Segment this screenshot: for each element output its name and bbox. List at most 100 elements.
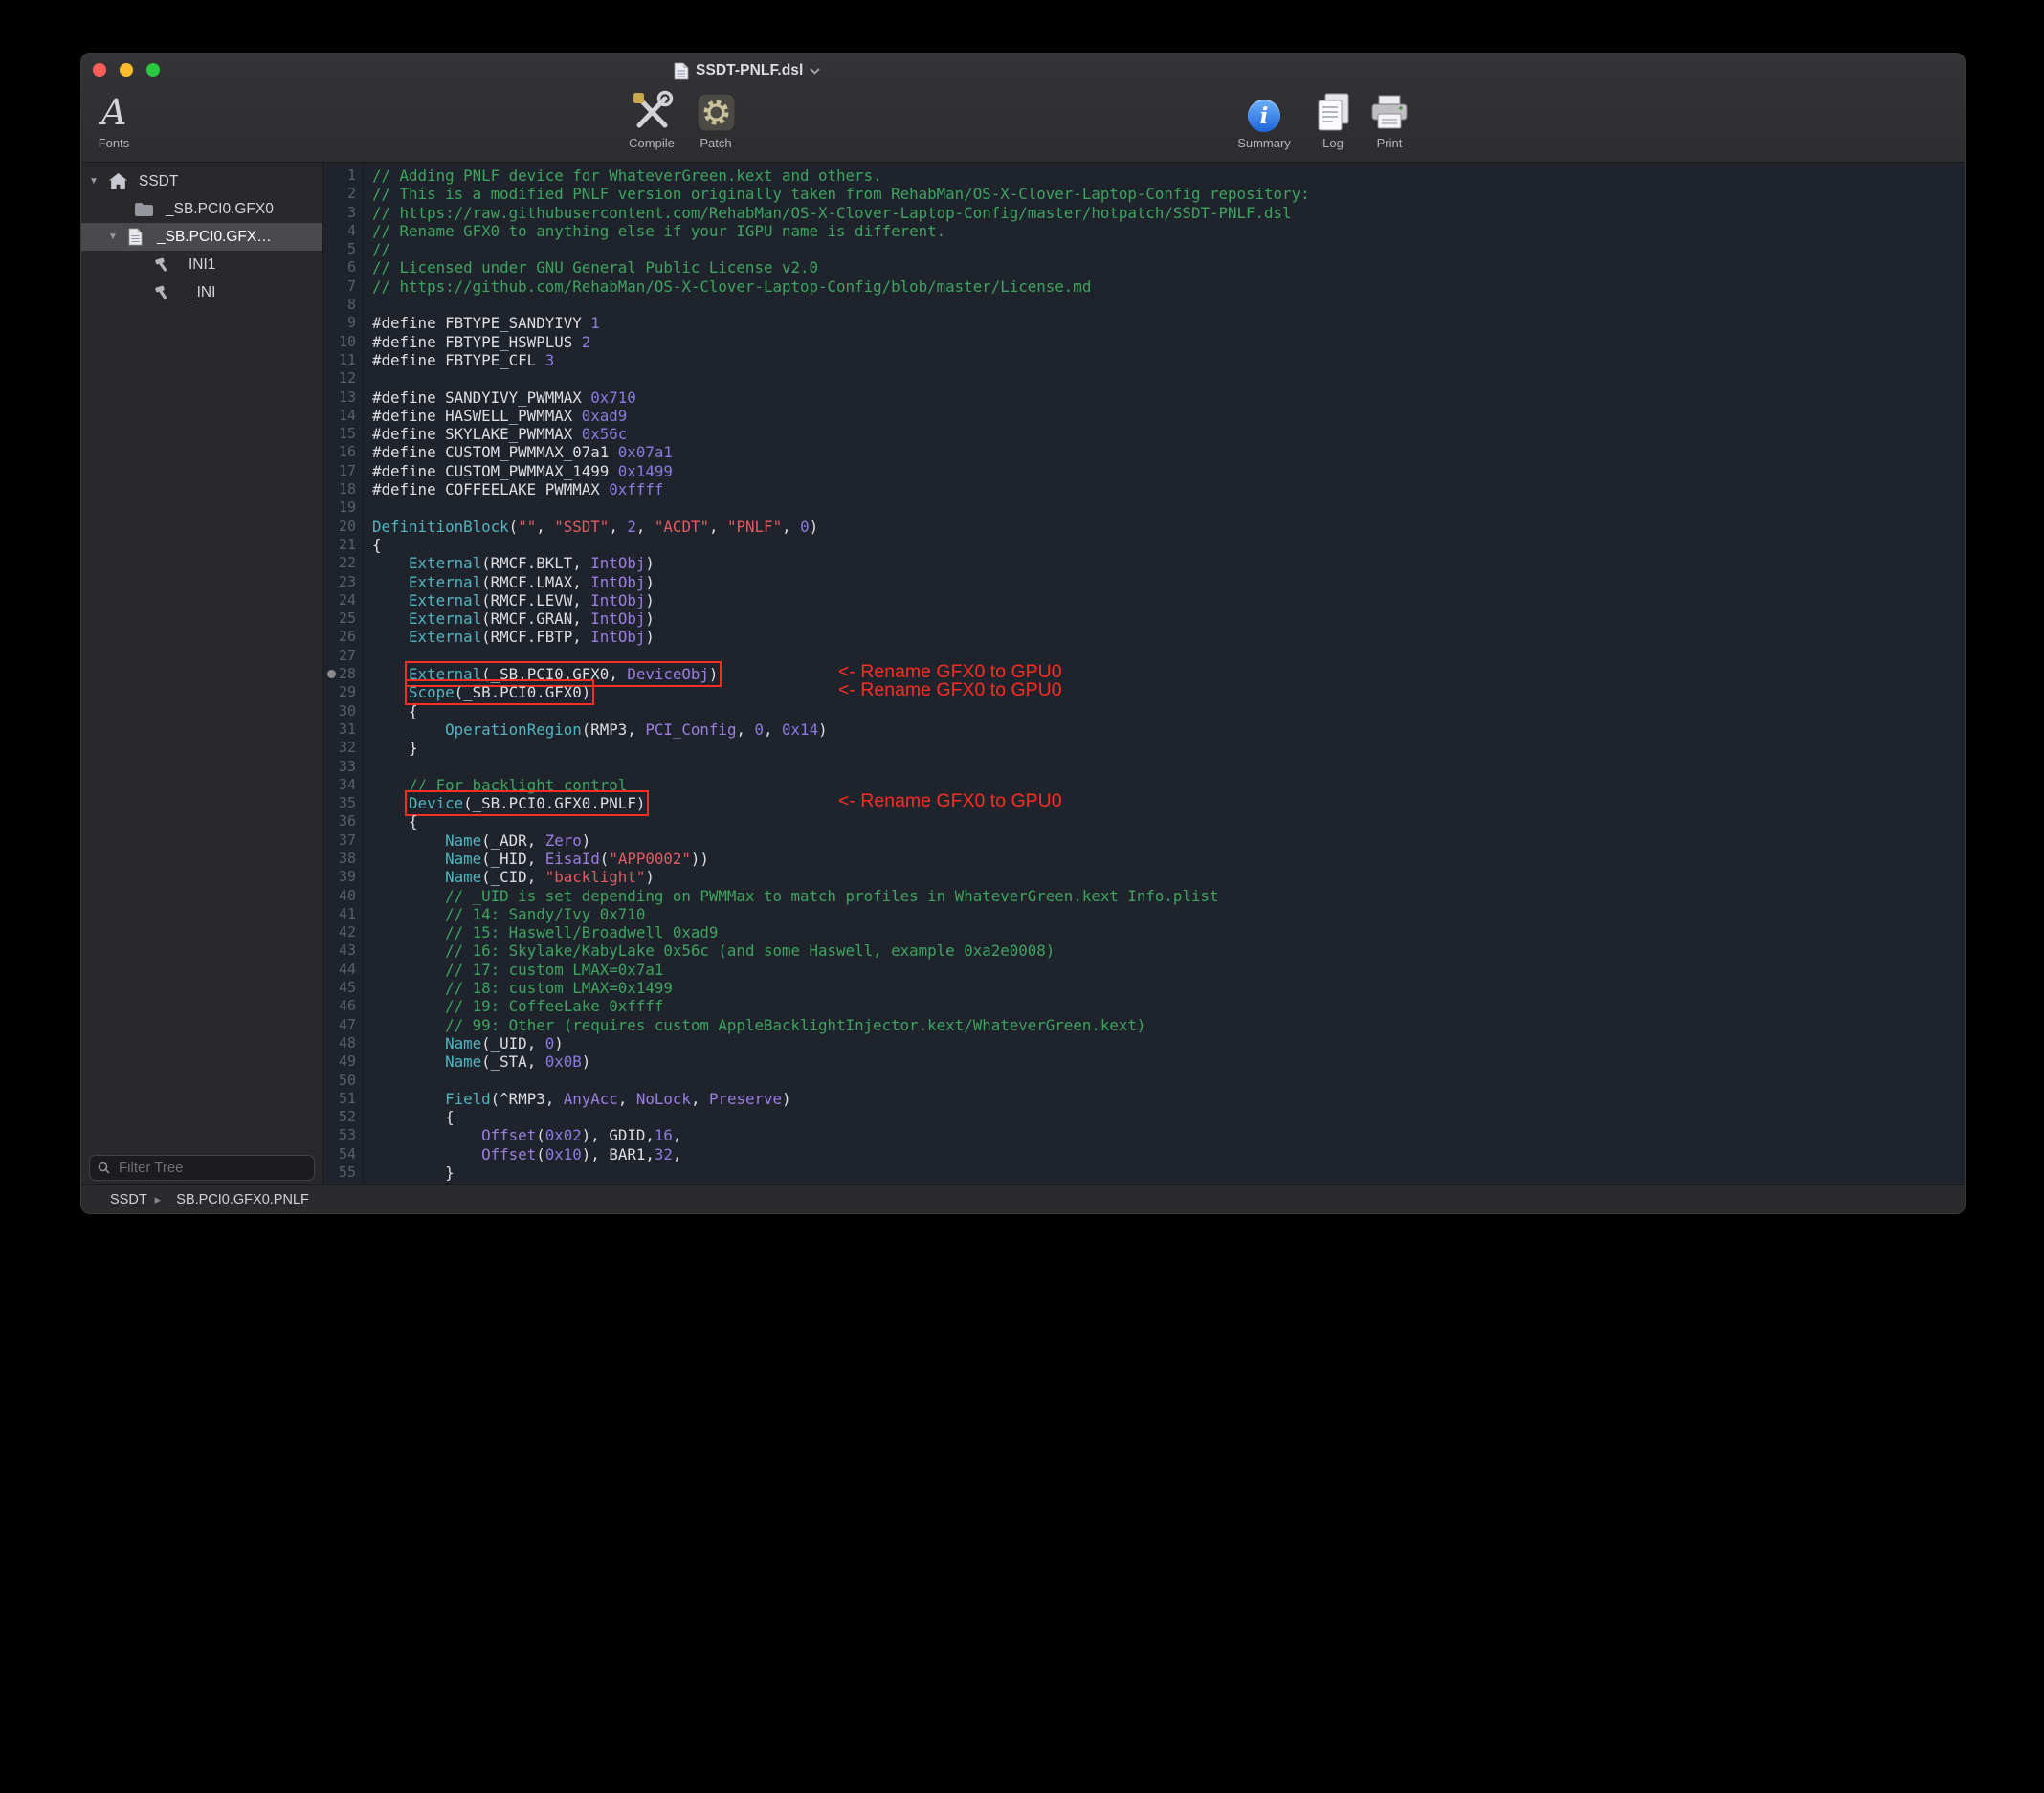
breadcrumb-root: SSDT — [110, 1192, 147, 1207]
line-number: 3 — [323, 204, 363, 222]
line-number: 41 — [323, 905, 363, 923]
tree-item-label: SSDT — [139, 173, 178, 190]
code-editor[interactable]: 1234567891011121314151617181920212223242… — [323, 163, 1965, 1184]
code-line: #define SKYLAKE_PWMMAX 0x56c — [372, 425, 1965, 443]
chevron-down-icon[interactable] — [810, 68, 820, 75]
code-line: { — [372, 536, 1965, 554]
log-label: Log — [1322, 136, 1344, 150]
gear-square-icon — [697, 88, 736, 134]
folder-icon — [134, 202, 154, 217]
code-line: Name(_HID, EisaId("APP0002")) — [372, 850, 1965, 868]
line-number: 7 — [323, 277, 363, 296]
line-number: 42 — [323, 923, 363, 941]
close-button[interactable] — [93, 63, 106, 77]
line-number: 55 — [323, 1163, 363, 1182]
breadcrumb-path: _SB.PCI0.GFX0.PNLF — [168, 1192, 309, 1207]
printer-icon — [1369, 88, 1410, 134]
line-number: 51 — [323, 1090, 363, 1108]
traffic-lights — [93, 63, 160, 77]
line-number: 23 — [323, 573, 363, 591]
tree-item-ini[interactable]: _INI — [81, 278, 322, 306]
code-line: OperationRegion(RMP3, PCI_Config, 0, 0x1… — [372, 720, 1965, 739]
code-line: { — [372, 702, 1965, 720]
line-number: 19 — [323, 498, 363, 517]
summary-button[interactable]: i Summary — [1226, 88, 1302, 150]
line-number: 6 — [323, 258, 363, 277]
line-number: 52 — [323, 1108, 363, 1126]
red-highlight-box: External(_SB.PCI0.GFX0, DeviceObj) — [409, 665, 718, 683]
code-line: } — [372, 1163, 1965, 1182]
code-line: // For backlight control — [372, 776, 1965, 794]
line-number: 44 — [323, 961, 363, 979]
info-circle-icon: i — [1248, 100, 1280, 132]
line-number: 46 — [323, 997, 363, 1015]
minimize-button[interactable] — [120, 63, 133, 77]
code-line: { — [372, 1108, 1965, 1126]
method-icon — [154, 256, 170, 273]
filter-tree-field[interactable] — [89, 1155, 315, 1181]
tree-item-ini1[interactable]: INI1 — [81, 251, 322, 278]
crossed-tools-icon — [630, 88, 674, 134]
line-number: 36 — [323, 812, 363, 830]
log-button[interactable]: Log — [1309, 88, 1357, 150]
zoom-button[interactable] — [146, 63, 160, 77]
pages-icon — [1315, 88, 1351, 134]
code-line: #define COFFEELAKE_PWMMAX 0xffff — [372, 480, 1965, 498]
line-number: 1 — [323, 166, 363, 185]
line-number: 56 — [323, 1182, 363, 1184]
disclosure-triangle-icon[interactable]: ▼ — [106, 232, 120, 242]
tree-item-gfx0-pnlf[interactable]: ▼ _SB.PCI0.GFX… — [81, 223, 322, 251]
code-line: #define FBTYPE_CFL 3 — [372, 351, 1965, 369]
line-number: 43 — [323, 941, 363, 960]
line-number: 39 — [323, 868, 363, 886]
code-line: #define HASWELL_PWMMAX 0xad9 — [372, 407, 1965, 425]
tree-item-label: INI1 — [189, 256, 215, 274]
line-number: 25 — [323, 609, 363, 628]
line-number: 32 — [323, 739, 363, 757]
code-line: External(RMCF.GRAN, IntObj) — [372, 609, 1965, 628]
code-line: External(_SB.PCI0.GFX0, DeviceObj)<- Ren… — [372, 665, 1965, 683]
code-line: Scope(_SB.PCI0.GFX0) <- Rename GFX0 to GP… — [372, 683, 1965, 701]
code-line: Name(_ADR, Zero) — [372, 831, 1965, 850]
line-number: 5 — [323, 240, 363, 258]
line-number: 9 — [323, 314, 363, 332]
code-line: #define FBTYPE_HSWPLUS 2 — [372, 333, 1965, 351]
house-icon — [109, 173, 127, 189]
code-line: #define CUSTOM_PWMMAX_1499 0x1499 — [372, 462, 1965, 480]
line-number: 21 — [323, 536, 363, 554]
line-number: 13 — [323, 388, 363, 407]
window-chrome: SSDT-PNLF.dsl A Fonts — [81, 54, 1965, 163]
tree-item-gfx0-folder[interactable]: _SB.PCI0.GFX0 — [81, 195, 322, 223]
app-window: SSDT-PNLF.dsl A Fonts — [80, 53, 1966, 1214]
code-line: // 19: CoffeeLake 0xffff — [372, 997, 1965, 1015]
code-line: Name(_CID, "backlight") — [372, 868, 1965, 886]
red-annotation-text: <- Rename GFX0 to GPU0 — [838, 681, 1062, 699]
line-number: 4 — [323, 222, 363, 240]
tree-item-ssdt[interactable]: ▼ SSDT — [81, 167, 322, 195]
code-line: Device(_SB.PCI0.GFX0.PNLF)<- Rename GFX0… — [372, 794, 1965, 812]
status-bar: SSDT ▸ _SB.PCI0.GFX0.PNLF — [81, 1184, 1965, 1213]
print-button[interactable]: Print — [1365, 88, 1414, 150]
code-line — [372, 498, 1965, 517]
document-proxy-icon[interactable] — [674, 62, 689, 80]
disclosure-triangle-icon[interactable]: ▼ — [87, 176, 100, 187]
line-number: 29 — [323, 683, 363, 701]
compile-button[interactable]: Compile — [617, 88, 686, 150]
line-number: 16 — [323, 443, 363, 461]
search-icon — [98, 1162, 110, 1174]
code-line: #define FBTYPE_SANDYIVY 1 — [372, 314, 1965, 332]
filter-tree-input[interactable] — [117, 1159, 306, 1177]
patch-button[interactable]: Patch — [686, 88, 745, 150]
red-highlight-box: Scope(_SB.PCI0.GFX0) — [409, 683, 590, 701]
code-line: DefinitionBlock("", "SSDT", 2, "ACDT", "… — [372, 518, 1965, 536]
code-line: Name(_UID, 0) — [372, 1034, 1965, 1052]
fonts-button[interactable]: A Fonts — [84, 88, 144, 150]
line-number: 50 — [323, 1072, 363, 1090]
main-content: ▼ SSDT _SB.PCI0.GFX0 ▼ — [81, 163, 1965, 1184]
titlebar-title-group: SSDT-PNLF.dsl — [674, 60, 820, 81]
line-number: 40 — [323, 887, 363, 905]
code-line: // Licensed under GNU General Public Lic… — [372, 258, 1965, 277]
code-line: // 99: Other (requires custom AppleBackl… — [372, 1016, 1965, 1034]
code-line: Field(^RMP3, AnyAcc, NoLock, Preserve) — [372, 1090, 1965, 1108]
line-number: 35 — [323, 794, 363, 812]
